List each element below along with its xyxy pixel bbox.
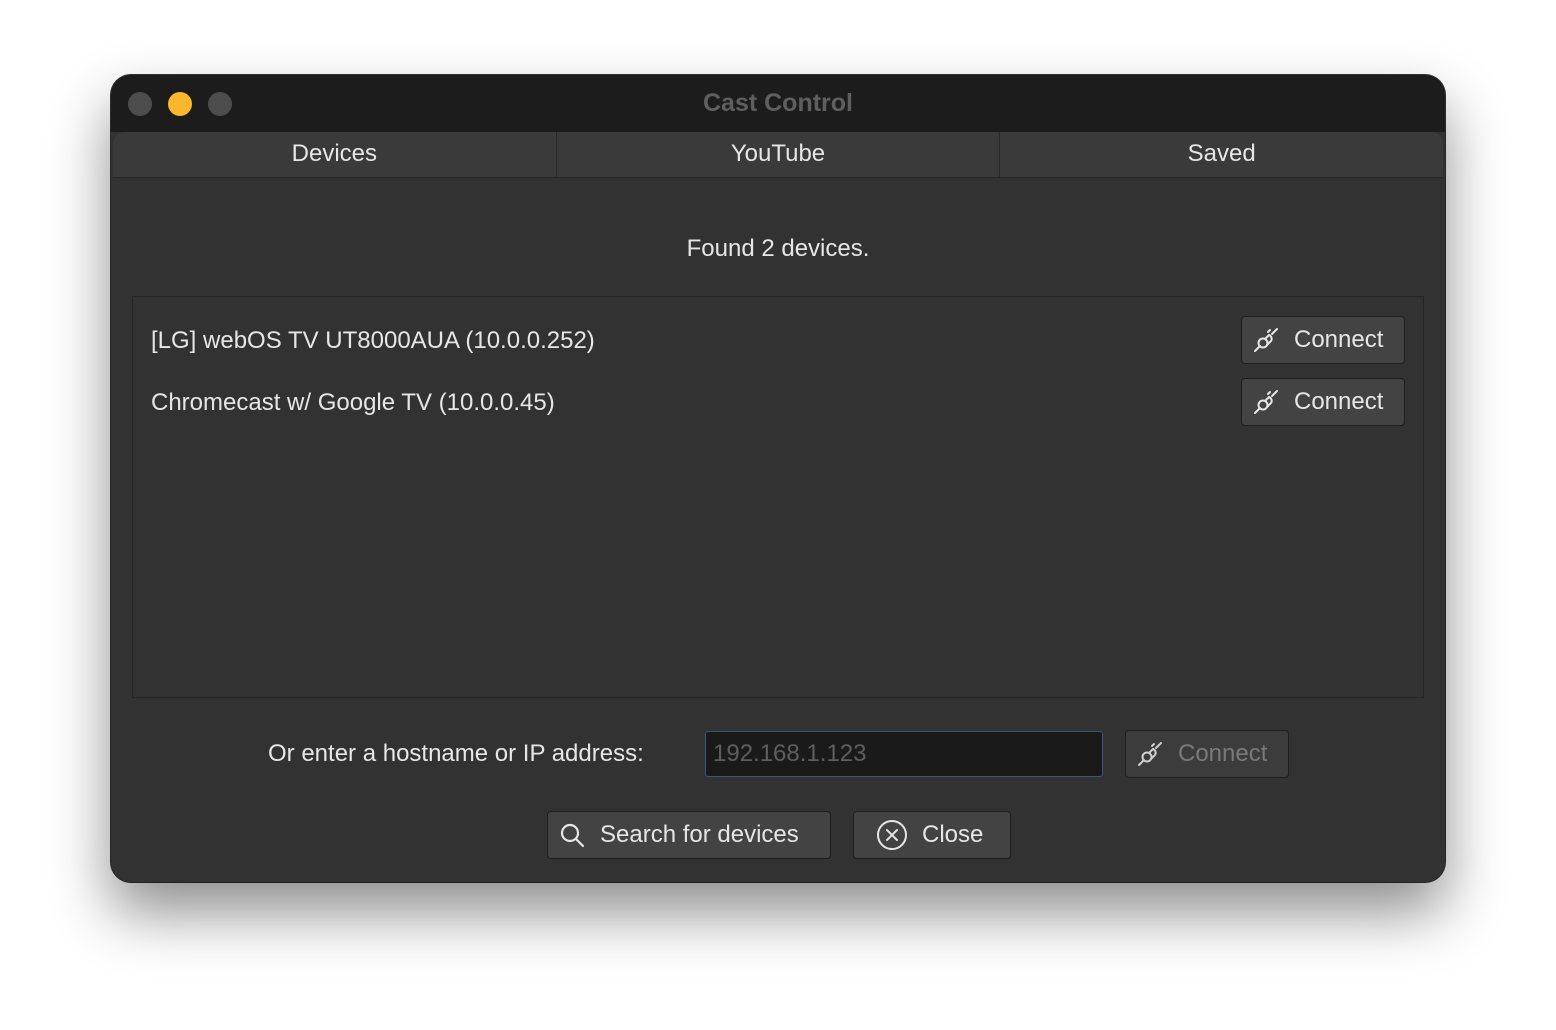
manual-connect-button[interactable]: Connect [1125, 730, 1289, 778]
close-label: Close [922, 821, 984, 848]
close-button[interactable]: Close [853, 811, 1011, 859]
close-circle-icon [877, 820, 907, 850]
connect-button[interactable]: Connect [1241, 378, 1405, 426]
connect-button-label: Connect [1294, 326, 1384, 353]
search-icon [560, 823, 585, 848]
tab-devices[interactable]: Devices [113, 132, 557, 177]
hostname-input[interactable] [705, 731, 1103, 777]
plug-icon [1254, 390, 1278, 414]
device-list: [LG] webOS TV UT8000AUA (10.0.0.252) Con… [132, 296, 1424, 698]
connect-button-label: Connect [1294, 388, 1384, 415]
manual-connect-label: Connect [1178, 740, 1268, 767]
device-name: Chromecast w/ Google TV (10.0.0.45) [151, 389, 555, 416]
search-devices-button[interactable]: Search for devices [547, 811, 831, 859]
title-bar: Cast Control [111, 75, 1445, 132]
status-text: Found 2 devices. [686, 235, 870, 262]
hostname-label: Or enter a hostname or IP address: [268, 740, 644, 767]
plug-icon [1138, 742, 1162, 766]
tab-youtube[interactable]: YouTube [557, 132, 1001, 177]
cast-control-window: Cast Control Devices YouTube Saved Found… [111, 75, 1445, 882]
device-row: Chromecast w/ Google TV (10.0.0.45) Conn… [133, 378, 1423, 429]
search-devices-label: Search for devices [600, 821, 799, 848]
plug-icon [1254, 328, 1278, 352]
tab-bar: Devices YouTube Saved [113, 132, 1443, 178]
device-name: [LG] webOS TV UT8000AUA (10.0.0.252) [151, 327, 595, 354]
connect-button[interactable]: Connect [1241, 316, 1405, 364]
window-title: Cast Control [703, 89, 853, 117]
device-row: [LG] webOS TV UT8000AUA (10.0.0.252) Con… [133, 316, 1423, 367]
tab-saved[interactable]: Saved [1000, 132, 1443, 177]
